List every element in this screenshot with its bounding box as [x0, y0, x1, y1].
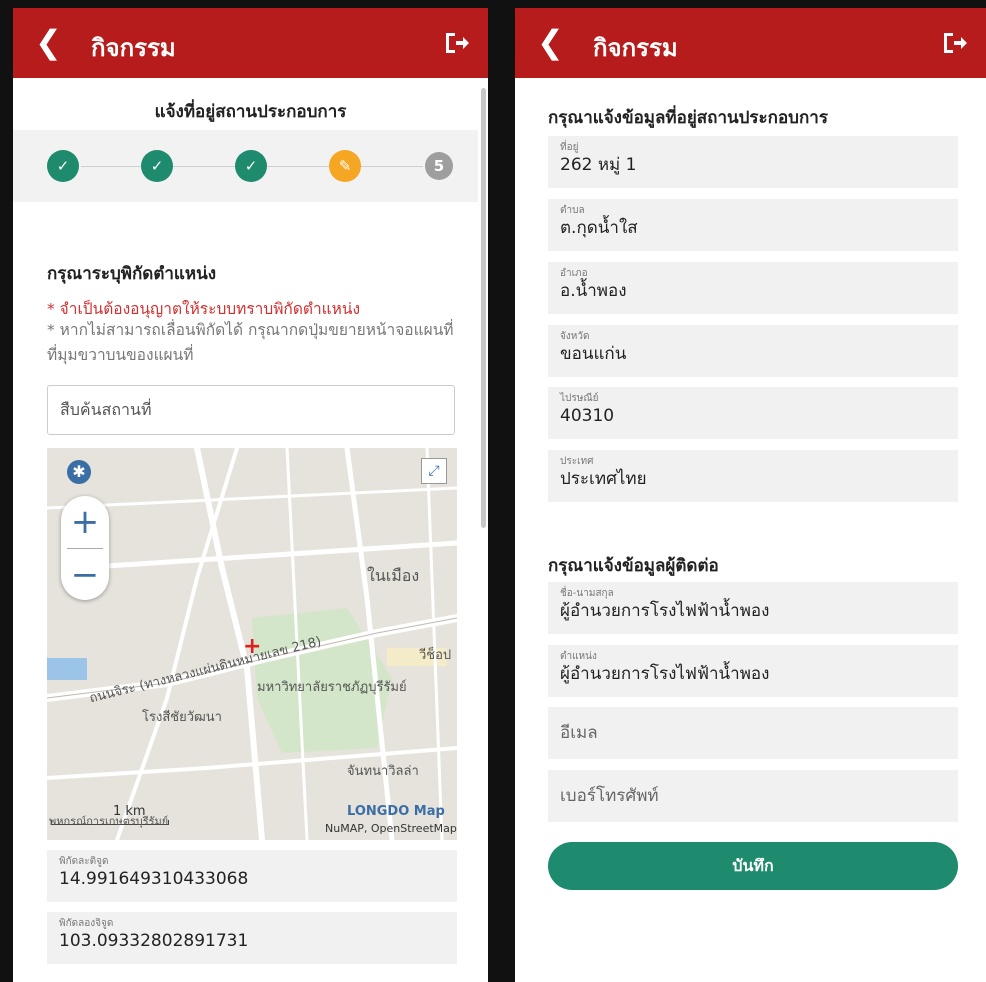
contact-position-label: ตำแหน่ง — [560, 651, 597, 662]
header-title: กิจกรรม — [91, 34, 176, 62]
province-label: จังหวัด — [560, 331, 590, 342]
map-label-place2: วีช็อป — [419, 648, 452, 663]
address-field[interactable]: ที่อยู่ 262 หมู่ 1 — [548, 136, 958, 188]
step-3-check-icon: ✓ — [235, 150, 267, 182]
longitude-field[interactable]: พิกัดลองจิจูด 103.09332802891731 — [47, 912, 457, 964]
map-view[interactable]: ✱ ⤢ + − + ในเมือง ถนนจิระ (ทางหลวงแผ่นดิ… — [47, 448, 457, 840]
place-search-input[interactable]: สืบค้นสถานที่ — [47, 385, 455, 435]
map-label-place1: จันทนาวิลล่า — [347, 764, 419, 779]
contact-position-value: ผู้อำนวยการโรงไฟฟ้าน้ำพอง — [560, 664, 770, 684]
zoom-control: + − — [61, 496, 109, 600]
postal-code-field[interactable]: ไปรษณีย์ 40310 — [548, 387, 958, 439]
logout-icon[interactable] — [442, 30, 470, 56]
fullscreen-icon[interactable]: ⤢ — [421, 458, 447, 484]
map-attribution: NuMAP, OpenStreetMap — [325, 822, 457, 835]
contact-position-field[interactable]: ตำแหน่ง ผู้อำนวยการโรงไฟฟ้าน้ำพอง — [548, 645, 958, 697]
zoom-in-button[interactable]: + — [61, 496, 109, 548]
map-label-bottom-left: พหกรณ์การเกษตรบุรีรัมย์ — [49, 815, 169, 828]
latitude-label: พิกัดละติจูด — [59, 856, 109, 867]
latitude-field[interactable]: พิกัดละติจูด 14.991649310433068 — [47, 850, 457, 902]
zoom-out-button[interactable]: − — [61, 549, 109, 601]
page-subtitle: แจ้งที่อยู่สถานประกอบการ — [154, 102, 347, 122]
country-value: ประเทศไทย — [560, 469, 647, 489]
app-header-right: ❮ กิจกรรม — [515, 8, 986, 78]
step-4-pencil-icon: ✎ — [329, 150, 361, 182]
contact-name-label: ชื่อ-นามสกุล — [560, 588, 614, 599]
step-connector — [267, 166, 329, 167]
back-arrow-icon[interactable]: ❮ — [35, 26, 62, 58]
step-connector — [361, 166, 423, 167]
postal-code-label: ไปรษณีย์ — [560, 393, 599, 404]
scrollbar[interactable] — [481, 88, 486, 528]
back-arrow-icon[interactable]: ❮ — [537, 26, 564, 58]
right-screen: ❮ กิจกรรม กรุณาแจ้งข้อมูลที่อยู่สถานประก… — [515, 8, 986, 982]
longitude-label: พิกัดลองจิจูด — [59, 918, 114, 929]
province-field[interactable]: จังหวัด ขอนแก่น — [548, 325, 958, 377]
location-note: * หากไม่สามารถเลื่อนพิกัดได้ กรุณากดปุ่ม… — [47, 321, 454, 364]
left-content: แจ้งที่อยู่สถานประกอบการ ✓ ✓ ✓ ✎ 5 กรุณา… — [13, 78, 488, 982]
phone-input[interactable]: เบอร์โทรศัพท์ — [548, 770, 958, 822]
save-button[interactable]: บันทึก — [548, 842, 958, 890]
email-input[interactable]: อีเมล — [548, 707, 958, 759]
map-label-university: มหาวิทยาลัยราชภัฏบุรีรัมย์ — [257, 680, 407, 695]
contact-name-field[interactable]: ชื่อ-นามสกุล ผู้อำนวยการโรงไฟฟ้าน้ำพอง — [548, 582, 958, 634]
right-content: กรุณาแจ้งข้อมูลที่อยู่สถานประกอบการ ที่อ… — [515, 78, 986, 982]
country-field[interactable]: ประเทศ ประเทศไทย — [548, 450, 958, 502]
address-section-title: กรุณาแจ้งข้อมูลที่อยู่สถานประกอบการ — [548, 108, 828, 128]
address-label: ที่อยู่ — [560, 142, 579, 153]
map-label-school: โรงสีชัยวัฒนา — [142, 710, 222, 725]
district-label: อำเภอ — [560, 268, 588, 279]
step-connector — [173, 166, 235, 167]
step-1-check-icon: ✓ — [47, 150, 79, 182]
email-placeholder: อีเมล — [560, 723, 598, 743]
app-header: ❮ กิจกรรม — [13, 8, 488, 78]
logout-icon[interactable] — [940, 30, 968, 56]
left-screen: ❮ กิจกรรม แจ้งที่อยู่สถานประกอบการ ✓ ✓ ✓… — [13, 8, 488, 982]
postal-code-value: 40310 — [560, 406, 615, 426]
map-label-district: ในเมือง — [367, 566, 420, 585]
longitude-value: 103.09332802891731 — [59, 931, 249, 951]
phone-placeholder: เบอร์โทรศัพท์ — [560, 786, 659, 806]
address-value: 262 หมู่ 1 — [560, 155, 637, 175]
stepper: ✓ ✓ ✓ ✎ 5 — [13, 130, 478, 202]
accessibility-icon[interactable]: ✱ — [67, 460, 91, 484]
latitude-value: 14.991649310433068 — [59, 869, 249, 889]
step-2-check-icon: ✓ — [141, 150, 173, 182]
contact-name-value: ผู้อำนวยการโรงไฟฟ้าน้ำพอง — [560, 601, 770, 621]
district-value: อ.น้ำพอง — [560, 281, 627, 301]
province-value: ขอนแก่น — [560, 344, 627, 364]
step-connector — [81, 166, 141, 167]
contact-section-title: กรุณาแจ้งข้อมูลผู้ติดต่อ — [548, 556, 719, 576]
step-5: 5 — [425, 152, 453, 180]
district-field[interactable]: อำเภอ อ.น้ำพอง — [548, 262, 958, 314]
country-label: ประเทศ — [560, 456, 594, 467]
subdistrict-field[interactable]: ตำบล ต.กุดน้ำใส — [548, 199, 958, 251]
longdo-map-logo: LONGDO Map — [347, 804, 445, 819]
subdistrict-label: ตำบล — [560, 205, 585, 216]
location-section-title: กรุณาระบุพิกัดตำแหน่ง — [47, 264, 217, 284]
header-title: กิจกรรม — [593, 34, 678, 62]
subdistrict-value: ต.กุดน้ำใส — [560, 218, 638, 238]
